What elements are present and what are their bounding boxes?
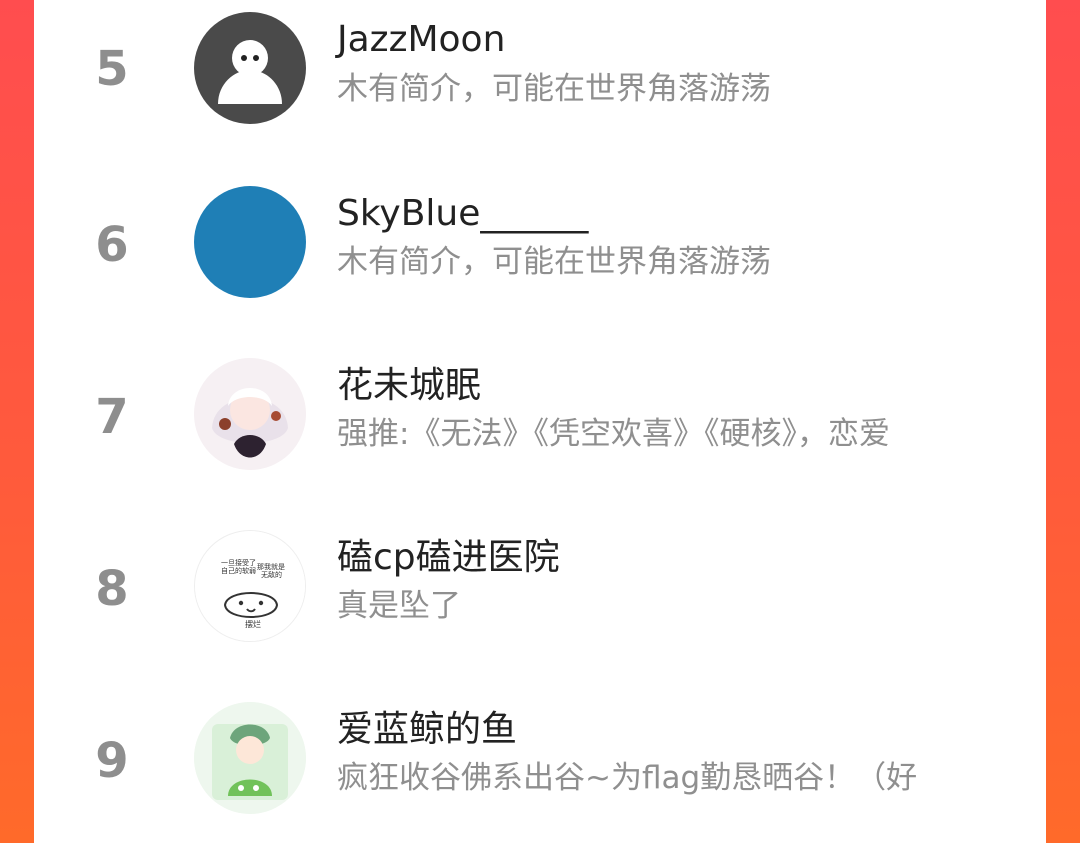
- user-description: 强推:《无法》《凭空欢喜》《硬核》，恋爱: [337, 417, 890, 452]
- ranking-row-5[interactable]: 5 JazzMoon 木有简介，可能在世界角落游荡: [34, 0, 1046, 172]
- app-background: 5 JazzMoon 木有简介，可能在世界角落游荡 6 SkyBlue_____…: [0, 0, 1080, 843]
- rank-number: 6: [95, 217, 129, 273]
- rank-number: 9: [95, 733, 129, 789]
- sticker-text-4: 无敌的: [261, 570, 282, 579]
- ranking-row-8[interactable]: 8 一旦接受了 自己的软弱 那我就是 无敌的 摆烂 磕cp磕进医院 真是坠了: [34, 516, 1046, 688]
- green-anime-svg: [194, 702, 306, 814]
- ranking-row-7[interactable]: 7 花未城眠 强推:《无法》《凭空欢喜》《硬核》，恋爱: [34, 344, 1046, 516]
- user-name[interactable]: 爱蓝鲸的鱼: [337, 710, 517, 750]
- rank-number: 7: [95, 389, 129, 445]
- ranking-row-9[interactable]: 9 爱蓝鲸的鱼 疯狂收谷佛系出谷~为flag勤恳晒谷！（好: [34, 688, 1046, 843]
- green-anime-avatar-icon[interactable]: [194, 702, 306, 814]
- meme-sticker-svg: 一旦接受了 自己的软弱 那我就是 无敌的 摆烂: [195, 531, 305, 641]
- sticker-text-2: 自己的软弱: [221, 566, 256, 575]
- blue-circle-avatar-icon[interactable]: [194, 186, 306, 298]
- user-name[interactable]: 花未城眠: [337, 366, 481, 406]
- rank-number: 8: [95, 561, 129, 617]
- rank-number: 5: [95, 41, 129, 97]
- meme-sticker-avatar-icon[interactable]: 一旦接受了 自己的软弱 那我就是 无敌的 摆烂: [194, 530, 306, 642]
- ghost-avatar-svg: [196, 14, 304, 122]
- ranking-panel: 5 JazzMoon 木有简介，可能在世界角落游荡 6 SkyBlue_____…: [34, 0, 1046, 843]
- user-description: 真是坠了: [337, 589, 461, 624]
- user-name[interactable]: SkyBlue______: [337, 194, 588, 234]
- user-description: 木有简介，可能在世界角落游荡: [337, 245, 771, 280]
- user-name[interactable]: 磕cp磕进医院: [337, 538, 560, 578]
- sticker-text-3: 那我就是: [257, 562, 285, 571]
- ranking-list: 5 JazzMoon 木有简介，可能在世界角落游荡 6 SkyBlue_____…: [34, 0, 1046, 843]
- ghost-avatar-icon[interactable]: [194, 12, 306, 124]
- user-description: 木有简介，可能在世界角落游荡: [337, 72, 771, 107]
- user-description: 疯狂收谷佛系出谷~为flag勤恳晒谷！（好: [337, 761, 918, 796]
- blue-avatar-svg: [196, 188, 304, 296]
- ranking-row-6[interactable]: 6 SkyBlue______ 木有简介，可能在世界角落游荡: [34, 172, 1046, 344]
- sticker-text-1: 一旦接受了: [221, 558, 256, 567]
- anime-girl-avatar-icon[interactable]: [194, 358, 306, 470]
- anime-girl-svg: [194, 358, 306, 470]
- user-name[interactable]: JazzMoon: [337, 20, 505, 60]
- sticker-text-5: 摆烂: [245, 619, 261, 629]
